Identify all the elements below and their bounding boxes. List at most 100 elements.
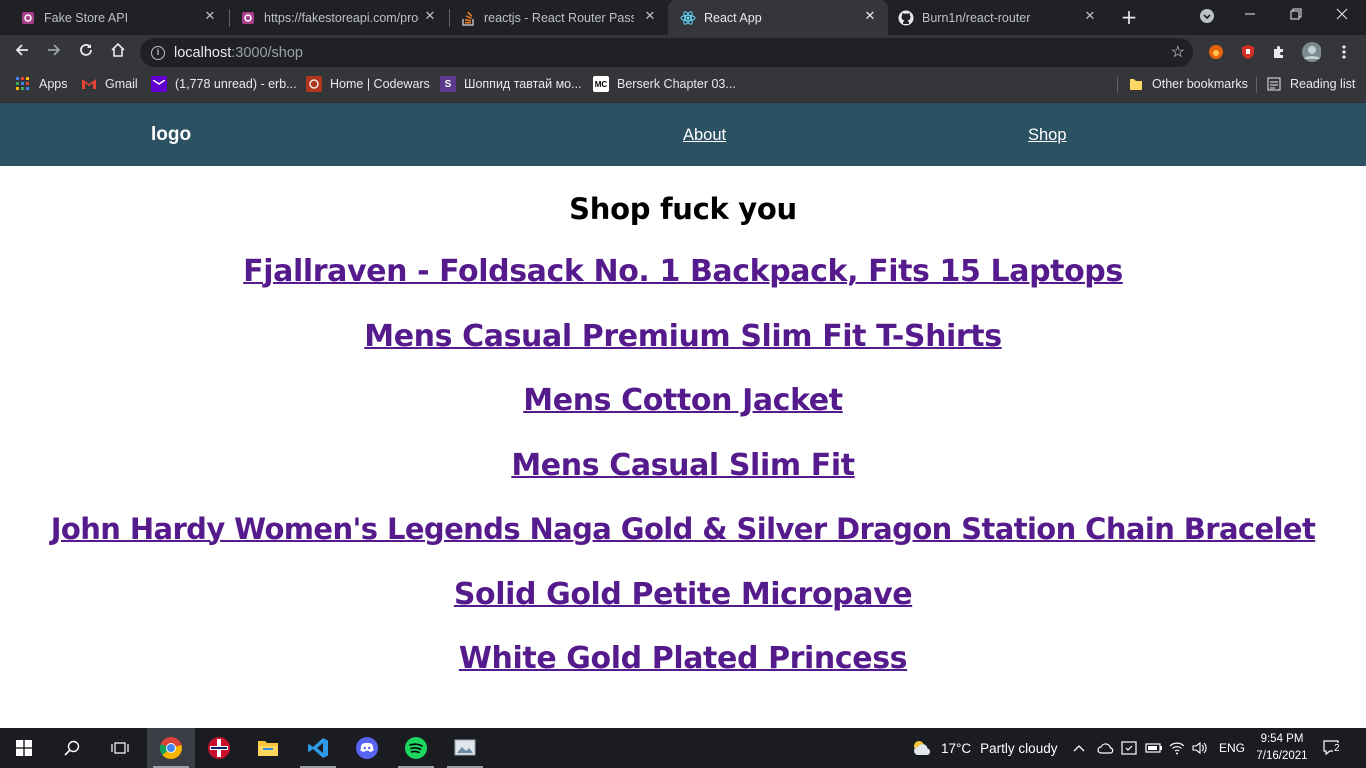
codewars-icon [306, 76, 322, 92]
site-header: logo About Shop [0, 103, 1366, 166]
close-window-icon[interactable] [1319, 0, 1365, 32]
bookmark-label: (1,778 unread) - erb... [175, 77, 297, 91]
language-app-icon[interactable] [195, 728, 243, 768]
volume-icon[interactable] [1192, 728, 1208, 768]
bookmark-shoppy[interactable]: S Шоппид тавтай мо... [440, 70, 582, 98]
tab-fakestoreapi-products[interactable]: https://fakestoreapi.com/products ✕ [220, 0, 448, 35]
shoppy-icon: S [440, 76, 456, 92]
search-icon[interactable] [48, 728, 96, 768]
site-info-icon[interactable]: i [151, 45, 165, 60]
security-icon[interactable] [1121, 728, 1137, 768]
nav-link-about[interactable]: About [683, 126, 726, 145]
bookmark-label: Home | Codewars [330, 77, 430, 91]
bookmark-label: Berserk Chapter 03... [617, 77, 736, 91]
fake-store-icon [20, 10, 36, 26]
github-icon [898, 10, 914, 26]
discord-icon[interactable] [343, 728, 391, 768]
bookmark-gmail[interactable]: Gmail [81, 70, 138, 98]
minimize-icon[interactable] [1227, 0, 1273, 32]
close-tab-icon[interactable]: ✕ [202, 9, 218, 25]
tab-title: Fake Store API [44, 10, 129, 25]
extension-fox-icon[interactable] [1206, 42, 1226, 62]
product-link[interactable]: Solid Gold Petite Micropave [0, 577, 1366, 642]
tab-title: https://fakestoreapi.com/products [264, 10, 419, 25]
bookmark-berserk[interactable]: MC Berserk Chapter 03... [593, 70, 736, 98]
shop-page: Shop fuck you Fjallraven - Foldsack No. … [0, 166, 1366, 728]
product-link[interactable]: John Hardy Women's Legends Naga Gold & S… [0, 512, 1366, 577]
fake-store-icon [240, 10, 256, 26]
task-view-icon[interactable] [96, 728, 144, 768]
product-list: Fjallraven - Foldsack No. 1 Backpack, Fi… [0, 254, 1366, 706]
back-arrow-icon[interactable] [9, 40, 35, 66]
tab-github[interactable]: Burn1n/react-router ✕ [888, 0, 1108, 35]
tab-title: reactjs - React Router Pass Pa [484, 10, 634, 25]
clock-date: 7/16/2021 [1256, 750, 1308, 762]
chrome-menu-icon[interactable] [1334, 42, 1354, 62]
close-tab-icon[interactable]: ✕ [642, 9, 658, 25]
tab-stackoverflow[interactable]: reactjs - React Router Pass Pa ✕ [440, 0, 668, 35]
folder-icon [1128, 76, 1144, 92]
reading-list-icon [1266, 76, 1282, 92]
restore-icon[interactable] [1273, 0, 1319, 32]
wifi-icon[interactable] [1169, 728, 1185, 768]
windows-start-icon[interactable] [0, 728, 48, 768]
tab-fake-store-api[interactable]: Fake Store API ✕ [0, 0, 228, 35]
bookmark-apps[interactable]: Apps [15, 70, 68, 98]
address-bar[interactable]: i localhost:3000/shop ☆ [140, 38, 1193, 67]
profile-avatar[interactable] [1301, 42, 1321, 62]
site-logo[interactable]: logo [151, 124, 191, 146]
notification-count-badge: 2 [1333, 743, 1341, 754]
product-link[interactable]: White Gold Plated Princess [0, 641, 1366, 706]
browser-tabstrip: Fake Store API ✕ https://fakestoreapi.co… [0, 0, 1366, 35]
partly-cloudy-icon [914, 741, 931, 755]
vscode-icon[interactable] [294, 728, 342, 768]
close-tab-icon[interactable]: ✕ [422, 9, 438, 25]
battery-icon[interactable] [1145, 728, 1163, 768]
product-link[interactable]: Mens Cotton Jacket [0, 383, 1366, 448]
reading-list-button[interactable]: Reading list [1266, 70, 1355, 98]
reload-icon[interactable] [73, 40, 99, 66]
clock-time: 9:54 PM [1260, 733, 1304, 745]
new-tab-button[interactable]: + [1117, 6, 1141, 30]
notification-center-icon[interactable]: 2 [1322, 728, 1344, 768]
extensions-puzzle-icon[interactable] [1269, 42, 1289, 62]
cloud-sync-icon[interactable] [1097, 728, 1115, 768]
extension-shield-icon[interactable] [1238, 42, 1258, 62]
home-icon[interactable] [105, 40, 131, 66]
react-icon [680, 10, 696, 26]
weather-widget[interactable]: 17°C Partly cloudy [910, 728, 1057, 768]
nav-link-shop[interactable]: Shop [1028, 126, 1067, 145]
product-link[interactable]: Mens Casual Slim Fit [0, 448, 1366, 513]
file-explorer-icon[interactable] [244, 728, 292, 768]
weather-temperature: 17°C [941, 740, 972, 756]
close-tab-icon[interactable]: ✕ [862, 9, 878, 25]
bookmark-yahoo-mail[interactable]: (1,778 unread) - erb... [151, 70, 297, 98]
tab-search-icon[interactable] [1184, 0, 1230, 32]
stackoverflow-icon [460, 10, 476, 26]
tab-react-app[interactable]: React App ✕ [668, 0, 888, 35]
page-title: Shop fuck you [569, 192, 797, 226]
manga-icon: MC [593, 76, 609, 92]
forward-arrow-icon[interactable] [41, 40, 67, 66]
image-viewer-icon[interactable] [441, 728, 489, 768]
product-link[interactable]: Mens Casual Premium Slim Fit T-Shirts [0, 319, 1366, 384]
close-tab-icon[interactable]: ✕ [1082, 9, 1098, 25]
input-language[interactable]: ENG [1219, 728, 1245, 768]
product-link[interactable]: Fjallraven - Foldsack No. 1 Backpack, Fi… [0, 254, 1366, 319]
spotify-icon[interactable] [392, 728, 440, 768]
chrome-taskbar-icon[interactable] [147, 728, 195, 768]
show-hidden-icons-chevron-up-icon[interactable] [1073, 728, 1085, 768]
reading-list-label: Reading list [1290, 77, 1356, 91]
other-bookmarks-button[interactable]: Other bookmarks [1128, 70, 1248, 98]
address-host: localhost [174, 44, 232, 61]
gmail-icon [81, 76, 97, 92]
bookmarks-separator [1256, 77, 1257, 93]
bookmark-codewars[interactable]: Home | Codewars [306, 70, 430, 98]
yahoo-mail-icon [151, 76, 167, 92]
bookmarks-separator [1117, 77, 1118, 93]
browser-toolbar: i localhost:3000/shop ☆ [0, 35, 1366, 70]
bookmarks-bar: Apps Gmail (1,778 unread) - erb... Home … [0, 70, 1366, 103]
taskbar-clock[interactable]: 9:54 PM 7/16/2021 [1253, 731, 1311, 765]
bookmark-label: Apps [39, 77, 68, 91]
bookmark-star-icon[interactable]: ☆ [1171, 42, 1185, 62]
